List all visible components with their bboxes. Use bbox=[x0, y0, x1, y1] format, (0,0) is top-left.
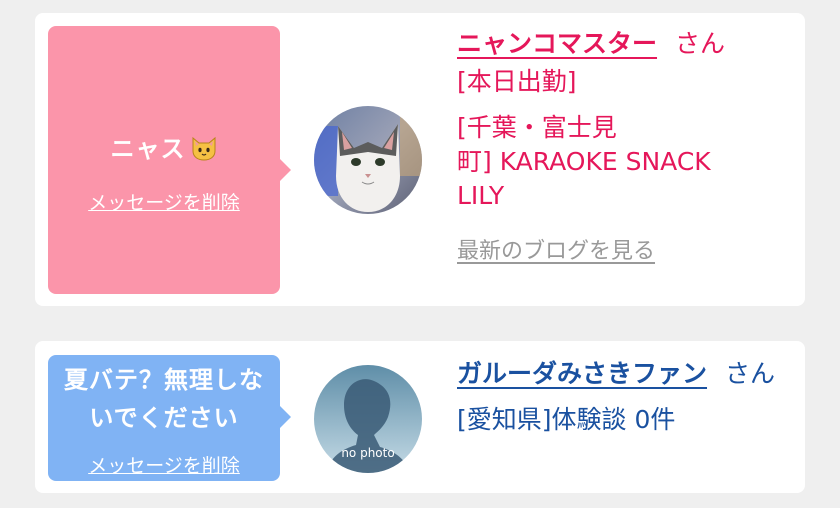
no-photo-silhouette: no photo bbox=[314, 365, 422, 473]
delete-message-link[interactable]: メッセージを削除 bbox=[48, 188, 280, 215]
shop-line: LILY bbox=[457, 181, 505, 210]
shop-line: 町] KARAOKE SNACK bbox=[457, 147, 711, 176]
message-text: 夏バテ？無理しないでください bbox=[64, 366, 264, 432]
user-info: ニャンコマスター さん [本日出勤] [千葉・富士見 町] KARAOKE SNA… bbox=[457, 27, 787, 265]
shop-info: [千葉・富士見 町] KARAOKE SNACK LILY bbox=[457, 111, 787, 213]
cat-face-icon bbox=[192, 136, 215, 161]
shop-line: [千葉・富士見 bbox=[457, 113, 617, 142]
message-bubble: ニャス メッセージを削除 bbox=[48, 26, 291, 294]
region-info: [愛知県]体験談 0件 bbox=[457, 405, 676, 434]
message-text: ニャス bbox=[48, 132, 280, 166]
honorific: さん bbox=[725, 359, 776, 388]
work-status: [本日出勤] bbox=[457, 67, 577, 96]
avatar[interactable]: no photo bbox=[314, 365, 422, 473]
message-card: 夏バテ？無理しないでください メッセージを削除 no photo ガルーダみさき… bbox=[35, 341, 805, 493]
user-name-link[interactable]: ニャンコマスター bbox=[457, 29, 657, 58]
user-info: ガルーダみさきファン さん [愛知県]体験談 0件 bbox=[457, 357, 787, 437]
avatar[interactable] bbox=[314, 106, 422, 214]
message-card: ニャス メッセージを削除 ニャンコマスター さん [本日出勤] [千葉・富士見 … bbox=[35, 13, 805, 306]
cat-photo bbox=[314, 106, 422, 214]
honorific: さん bbox=[675, 29, 726, 58]
message-bubble: 夏バテ？無理しないでください メッセージを削除 bbox=[48, 355, 291, 481]
name-row: ガルーダみさきファン さん bbox=[457, 357, 787, 391]
user-name-link[interactable]: ガルーダみさきファン bbox=[457, 359, 707, 388]
delete-message-link[interactable]: メッセージを削除 bbox=[48, 451, 280, 478]
no-photo-text: no photo bbox=[341, 446, 394, 460]
latest-blog-link[interactable]: 最新のブログを見る bbox=[457, 233, 787, 265]
name-row: ニャンコマスター さん bbox=[457, 27, 787, 61]
